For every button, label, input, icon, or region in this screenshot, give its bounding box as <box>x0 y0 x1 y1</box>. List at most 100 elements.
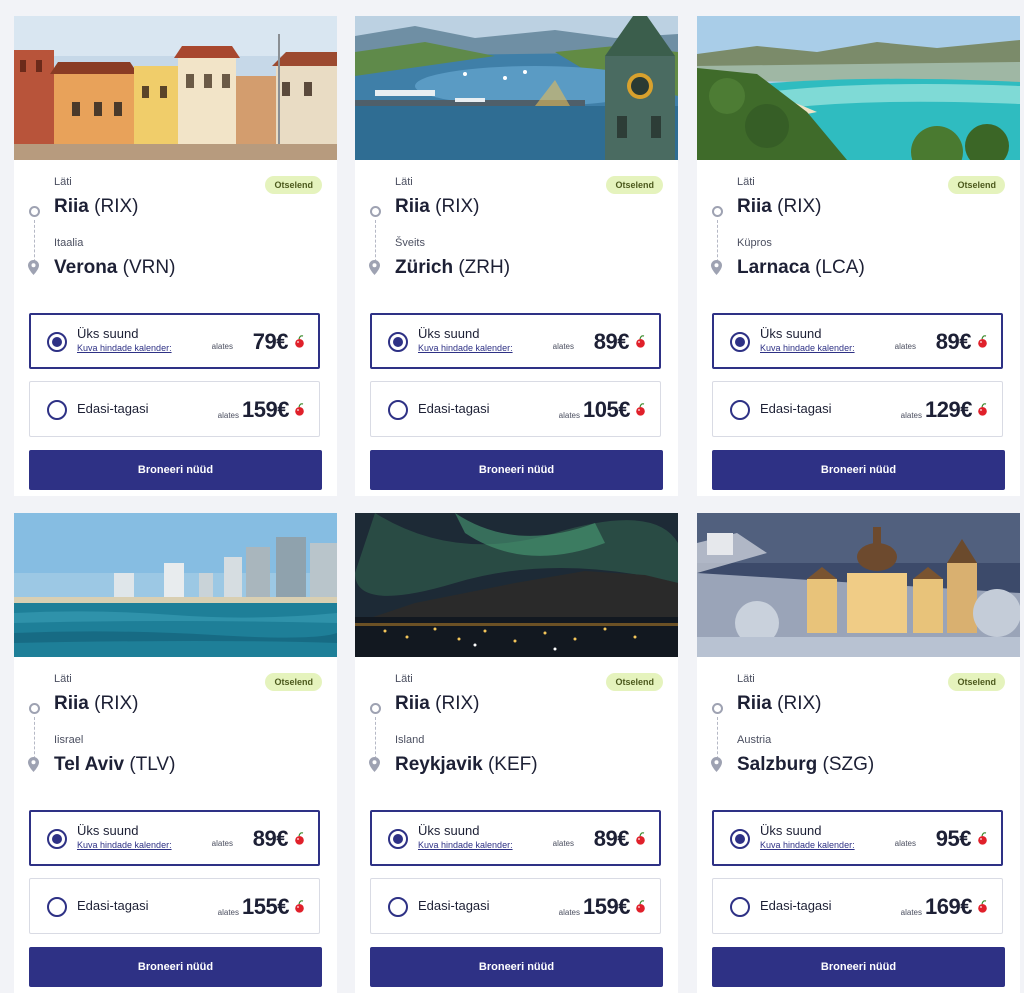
destination-city: Salzburg (SZG) <box>737 754 874 776</box>
round-trip-option[interactable]: Edasi-tagasi alates 159€ <box>29 381 320 437</box>
one-way-label: Üks suund <box>418 823 480 838</box>
one-way-label: Üks suund <box>77 326 139 341</box>
radio-selected-icon[interactable] <box>730 332 750 352</box>
price-calendar-link[interactable]: Kuva hindade kalender: <box>760 840 855 850</box>
round-trip-option[interactable]: Edasi-tagasi alates 169€ <box>712 878 1003 934</box>
one-way-price: 89€ <box>593 826 630 851</box>
radio-selected-icon[interactable] <box>47 332 67 352</box>
destination-card: Läti Otselend Riia (RIX) Island Reykjavi… <box>355 513 678 993</box>
radio-selected-icon[interactable] <box>388 829 408 849</box>
one-way-option[interactable]: Üks suund Kuva hindade kalender: alates … <box>29 313 320 369</box>
origin-city: Riia (RIX) <box>737 693 821 715</box>
price-from-label: alates <box>211 839 233 848</box>
round-trip-option[interactable]: Edasi-tagasi alates 129€ <box>712 381 1003 437</box>
price-from-label: alates <box>894 839 916 848</box>
round-trip-price: 159€ <box>583 894 630 919</box>
radio-unselected-icon[interactable] <box>47 897 67 917</box>
destination-country: Iisrael <box>54 734 84 746</box>
one-way-label: Üks suund <box>418 326 480 341</box>
destination-card: Läti Otselend Riia (RIX) Austria Salzbur… <box>697 513 1020 993</box>
direct-flight-badge: Otselend <box>606 176 663 194</box>
location-pin-icon <box>28 260 39 275</box>
origin-city-name: Riia <box>54 693 89 714</box>
round-trip-price: 105€ <box>583 397 630 422</box>
radio-selected-icon[interactable] <box>47 829 67 849</box>
book-now-button[interactable]: Broneeri nüüd <box>29 947 322 987</box>
price-from-label: alates <box>552 839 574 848</box>
radio-selected-icon[interactable] <box>730 829 750 849</box>
one-way-option[interactable]: Üks suund Kuva hindade kalender: alates … <box>712 810 1003 866</box>
origin-country: Läti <box>737 176 755 188</box>
cherry-icon <box>295 403 304 416</box>
origin-country: Läti <box>737 673 755 685</box>
one-way-option[interactable]: Üks suund Kuva hindade kalender: alates … <box>712 313 1003 369</box>
origin-country: Läti <box>395 673 413 685</box>
destination-country: Island <box>395 734 425 746</box>
one-way-option[interactable]: Üks suund Kuva hindade kalender: alates … <box>370 810 661 866</box>
round-trip-label: Edasi-tagasi <box>77 401 149 416</box>
verona-photo <box>14 16 337 160</box>
round-trip-label: Edasi-tagasi <box>760 898 832 913</box>
price-from-label: alates <box>211 342 233 351</box>
price-calendar-link[interactable]: Kuva hindade kalender: <box>418 840 513 850</box>
round-trip-option[interactable]: Edasi-tagasi alates 155€ <box>29 878 320 934</box>
radio-selected-icon[interactable] <box>388 332 408 352</box>
round-trip-price: 129€ <box>925 397 972 422</box>
cherry-icon <box>978 900 987 913</box>
one-way-price: 95€ <box>935 826 972 851</box>
price-calendar-link[interactable]: Kuva hindade kalender: <box>77 343 172 353</box>
destination-city: Reykjavik (KEF) <box>395 754 538 776</box>
origin-code: (RIX) <box>435 693 480 714</box>
one-way-option[interactable]: Üks suund Kuva hindade kalender: alates … <box>29 810 320 866</box>
price-from-label: alates <box>552 342 574 351</box>
destination-city: Larnaca (LCA) <box>737 257 865 279</box>
price-calendar-link[interactable]: Kuva hindade kalender: <box>418 343 513 353</box>
one-way-price: 89€ <box>252 826 289 851</box>
destination-country: Itaalia <box>54 237 84 249</box>
destination-city-name: Larnaca <box>737 257 810 278</box>
price-from-label: alates <box>900 411 922 420</box>
book-now-button[interactable]: Broneeri nüüd <box>29 450 322 490</box>
round-trip-label: Edasi-tagasi <box>760 401 832 416</box>
book-now-button[interactable]: Broneeri nüüd <box>712 947 1005 987</box>
round-trip-price: 159€ <box>242 397 289 422</box>
origin-country: Läti <box>395 176 413 188</box>
round-trip-option[interactable]: Edasi-tagasi alates 159€ <box>370 878 661 934</box>
destination-code: (KEF) <box>487 754 538 775</box>
one-way-price: 89€ <box>935 329 972 354</box>
radio-unselected-icon[interactable] <box>388 897 408 917</box>
radio-unselected-icon[interactable] <box>47 400 67 420</box>
radio-unselected-icon[interactable] <box>730 897 750 917</box>
origin-city-name: Riia <box>54 196 89 217</box>
destination-city-name: Reykjavik <box>395 754 483 775</box>
destination-code: (ZRH) <box>458 257 511 278</box>
larnaca-photo <box>697 16 1020 160</box>
cherry-icon <box>636 403 645 416</box>
destination-code: (SZG) <box>822 754 875 775</box>
origin-city: Riia (RIX) <box>395 693 479 715</box>
radio-unselected-icon[interactable] <box>388 400 408 420</box>
origin-dot-icon <box>29 206 40 217</box>
one-way-label: Üks suund <box>760 823 822 838</box>
book-now-button[interactable]: Broneeri nüüd <box>370 947 663 987</box>
round-trip-label: Edasi-tagasi <box>77 898 149 913</box>
destination-card: Läti Otselend Riia (RIX) Itaalia Verona … <box>14 16 337 496</box>
destination-city: Verona (VRN) <box>54 257 175 279</box>
round-trip-option[interactable]: Edasi-tagasi alates 105€ <box>370 381 661 437</box>
origin-city: Riia (RIX) <box>737 196 821 218</box>
location-pin-icon <box>369 757 380 772</box>
price-calendar-link[interactable]: Kuva hindade kalender: <box>760 343 855 353</box>
origin-city-name: Riia <box>737 196 772 217</box>
one-way-price: 79€ <box>252 329 289 354</box>
book-now-button[interactable]: Broneeri nüüd <box>370 450 663 490</box>
destination-code: (LCA) <box>815 257 865 278</box>
radio-unselected-icon[interactable] <box>730 400 750 420</box>
book-now-button[interactable]: Broneeri nüüd <box>712 450 1005 490</box>
round-trip-label: Edasi-tagasi <box>418 401 490 416</box>
price-calendar-link[interactable]: Kuva hindade kalender: <box>77 840 172 850</box>
round-trip-price: 155€ <box>242 894 289 919</box>
tel-aviv-photo <box>14 513 337 657</box>
salzburg-photo <box>697 513 1020 657</box>
cherry-icon <box>295 832 304 845</box>
one-way-option[interactable]: Üks suund Kuva hindade kalender: alates … <box>370 313 661 369</box>
